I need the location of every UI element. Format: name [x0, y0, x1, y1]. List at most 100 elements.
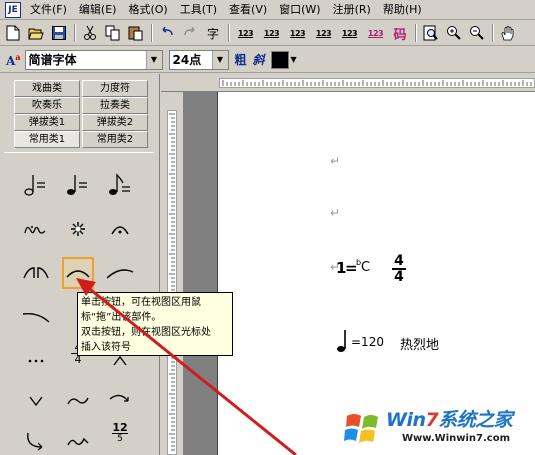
numeric-button-5[interactable]: 123	[337, 22, 362, 44]
tempo-marking[interactable]: 热烈地	[400, 334, 439, 353]
tab-wind[interactable]: 吹奏乐	[14, 97, 80, 114]
font-name-select[interactable]: 简谱字体 ▼	[24, 49, 163, 70]
menu-view[interactable]: 查看(V)	[223, 1, 273, 19]
long-slur-icon	[106, 269, 134, 279]
numeric-label-3: 123	[289, 28, 306, 38]
tab-opera[interactable]: 戏曲类	[14, 80, 80, 97]
italic-button[interactable]: 斜	[253, 51, 265, 68]
symbol-slur-down[interactable]	[20, 301, 52, 333]
menu-bar: JE 文件(F) 编辑(E) 格式(O) 工具(T) 查看(V) 窗口(W) 注…	[0, 0, 535, 20]
format-toolbar: Aa 简谱字体 ▼ 24点 ▼ 粗 斜 ▼	[0, 47, 535, 73]
zoom-in-icon	[447, 26, 461, 40]
symbol-turn[interactable]	[62, 385, 94, 417]
zoom-in-button[interactable]	[443, 22, 465, 44]
tempo-value[interactable]: =120	[351, 335, 384, 349]
code-button[interactable]: 码	[389, 22, 411, 44]
new-button[interactable]	[2, 22, 24, 44]
menu-tools[interactable]: 工具(T)	[174, 1, 223, 19]
undo-button[interactable]	[156, 22, 178, 44]
paste-icon	[128, 26, 143, 41]
numeric-button-2[interactable]: 123	[259, 22, 284, 44]
menu-register[interactable]: 注册(R)	[327, 1, 377, 19]
menu-file[interactable]: 文件(F)	[24, 1, 73, 19]
menu-edit[interactable]: 编辑(E)	[73, 1, 123, 19]
copy-icon	[105, 25, 120, 41]
symbol-slide-up[interactable]	[104, 385, 136, 417]
char-button[interactable]: 字	[202, 22, 224, 44]
text-color-swatch[interactable]	[270, 50, 289, 69]
app-logo-text: JE	[5, 1, 21, 18]
time-signature-numerator: 4	[394, 253, 404, 269]
numeric-button-6[interactable]: 123	[363, 22, 388, 44]
app-logo[interactable]: JE	[2, 1, 24, 19]
symbol-accent-down[interactable]	[20, 385, 52, 417]
tooltip-line: 标“拖”出该部件。	[81, 312, 162, 323]
symbol-tremolo[interactable]	[62, 213, 94, 245]
numeric-button-4[interactable]: 123	[311, 22, 336, 44]
tab-plucked-2[interactable]: 弹拔类2	[82, 114, 148, 131]
tab-bowed[interactable]: 拉奏类	[82, 97, 148, 114]
mordent-icon	[67, 437, 89, 446]
numeric-button-1[interactable]: 123	[233, 22, 258, 44]
symbol-slur[interactable]	[62, 257, 94, 289]
folder-open-icon	[28, 28, 44, 40]
vertical-ruler-ticks	[169, 113, 175, 451]
cut-button[interactable]	[79, 22, 101, 44]
scissors-icon	[84, 25, 96, 40]
chevron-down-icon[interactable]: ▼	[145, 50, 162, 69]
caret-icon	[113, 355, 127, 366]
vertical-ruler	[161, 92, 183, 455]
slide-up-icon	[109, 394, 129, 402]
eighth-note-icon	[109, 173, 130, 195]
chevron-down-icon[interactable]: ▼	[211, 50, 228, 69]
key-signature-note: C	[361, 260, 371, 275]
symbol-quarter-note-tempo[interactable]	[62, 169, 94, 201]
font-size-select[interactable]: 24点 ▼	[168, 49, 229, 70]
symbol-tie-split[interactable]	[20, 257, 52, 289]
menu-window[interactable]: 窗口(W)	[273, 1, 326, 19]
time-signature[interactable]: 4 4	[391, 254, 407, 284]
symbol-numeral[interactable]: 12 5	[104, 417, 136, 449]
symbol-dots[interactable]	[20, 345, 52, 377]
symbol-fermata[interactable]	[104, 213, 136, 245]
hand-tool-button[interactable]	[497, 22, 519, 44]
copy-button[interactable]	[102, 22, 124, 44]
numeric-button-3[interactable]: 123	[285, 22, 310, 44]
symbol-mordent[interactable]	[62, 425, 94, 455]
horizontal-ruler	[161, 74, 535, 92]
symbol-curve-arrow[interactable]	[20, 425, 52, 455]
numeric-label-6: 123	[367, 28, 384, 38]
tab-dynamics[interactable]: 力度符	[82, 80, 148, 97]
watermark-title-prefix: Win	[386, 409, 426, 431]
watermark-title: Win7系统之家	[386, 405, 513, 432]
bold-button[interactable]: 粗	[235, 51, 247, 68]
preview-button[interactable]	[420, 22, 442, 44]
watermark-title-number: 7	[425, 409, 439, 431]
symbol-slur-long[interactable]	[104, 257, 136, 289]
redo-button[interactable]	[179, 22, 201, 44]
numeric-label-1: 123	[237, 28, 254, 38]
numeral-small: 5	[117, 433, 123, 444]
paste-button[interactable]	[125, 22, 147, 44]
dots-icon	[28, 359, 44, 363]
save-button[interactable]	[48, 22, 70, 44]
tempo-quarter-note-icon	[337, 330, 346, 352]
symbol-half-note-tempo[interactable]	[20, 169, 52, 201]
horizontal-ruler-ticks	[222, 80, 532, 86]
zoom-out-button[interactable]	[466, 22, 488, 44]
open-button[interactable]	[25, 22, 47, 44]
hand-icon	[501, 25, 514, 41]
half-note-icon	[24, 175, 45, 196]
tab-common-2[interactable]: 常用类2	[82, 131, 148, 148]
toolbar-separator	[492, 24, 494, 42]
symbol-ornament[interactable]	[20, 213, 52, 245]
tab-common-1[interactable]: 常用类1	[14, 131, 80, 148]
chevron-down-icon[interactable]: ▼	[291, 55, 297, 64]
down-slur-icon	[22, 312, 50, 323]
menu-format[interactable]: 格式(O)	[122, 1, 173, 19]
symbol-eighth-note-tempo[interactable]	[104, 169, 136, 201]
undo-icon	[162, 27, 173, 36]
tab-plucked-1[interactable]: 弹拔类1	[14, 114, 80, 131]
menu-help[interactable]: 帮助(H)	[377, 1, 428, 19]
v-accent-icon	[29, 396, 43, 407]
